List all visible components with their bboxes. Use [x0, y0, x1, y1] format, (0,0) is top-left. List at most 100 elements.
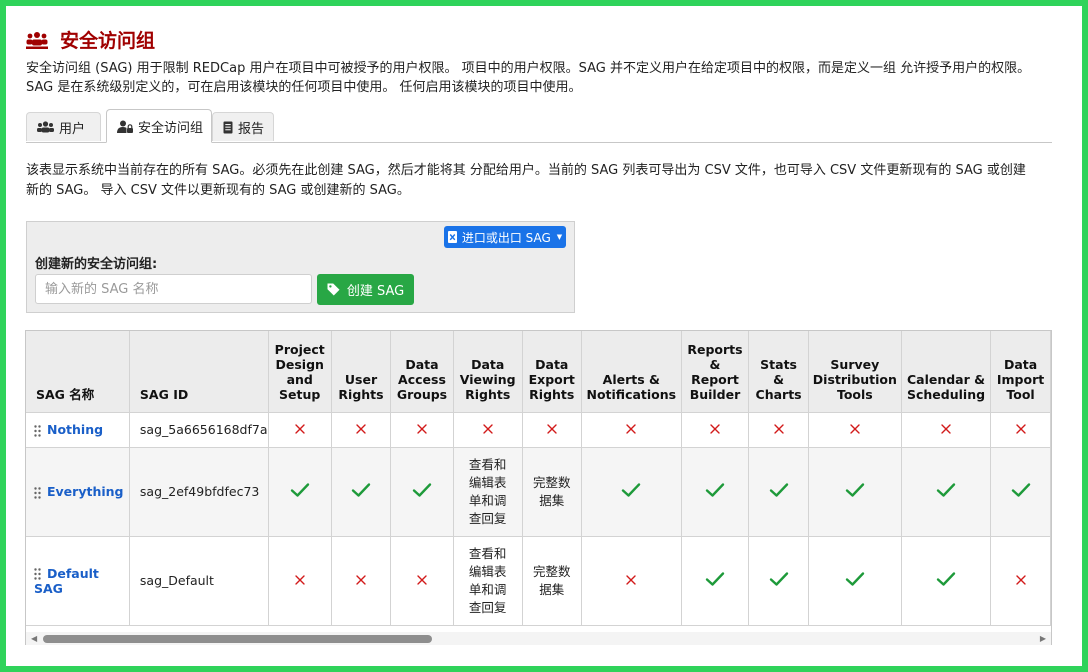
horizontal-scrollbar[interactable]: ◀ ▶	[26, 632, 1051, 645]
permission-text: 完整数据集	[532, 474, 571, 508]
create-sag-label-text: 创建 SAG	[346, 284, 405, 299]
page-header: 安全访问组	[26, 26, 155, 53]
tab-security-access-groups-label: 安全访问组	[138, 120, 204, 136]
cross-icon	[356, 575, 366, 585]
sag-table-container[interactable]: SAG 名称 SAG ID Project Design and Setup U…	[25, 330, 1052, 645]
permission-cell	[681, 447, 750, 537]
permission-cell	[390, 447, 454, 537]
tab-reports[interactable]: 报告	[212, 112, 274, 141]
permission-cell	[901, 536, 992, 626]
drag-handle-icon[interactable]	[34, 486, 41, 499]
column-header: Data Access Groups	[390, 331, 454, 413]
permission-cell	[901, 412, 992, 448]
permission-cell	[808, 536, 902, 626]
permission-cell	[748, 447, 809, 537]
tab-reports-label: 报告	[238, 121, 265, 137]
check-icon	[1011, 483, 1030, 497]
check-icon	[412, 483, 432, 497]
sag-id-cell: sag_Default	[129, 536, 269, 626]
check-icon	[705, 483, 725, 497]
cross-icon	[626, 424, 637, 434]
tab-security-access-groups[interactable]: 安全访问组	[106, 109, 212, 143]
permission-cell	[990, 412, 1051, 448]
column-header: Calendar & Scheduling	[901, 331, 992, 413]
check-icon	[351, 483, 371, 497]
column-header[interactable]: SAG ID	[129, 331, 269, 413]
cross-icon	[295, 575, 305, 585]
permission-cell	[331, 536, 392, 626]
permission-cell	[581, 536, 682, 626]
check-icon	[936, 483, 956, 497]
scroll-right-arrow-icon[interactable]: ▶	[1040, 634, 1046, 643]
permission-cell	[581, 447, 682, 537]
table-row: Default SAG sag_Default 查看和编辑表单和调查回复 完整数据集	[26, 536, 1051, 626]
permission-cell	[390, 412, 454, 448]
column-header: Project Design and Setup	[268, 331, 332, 413]
user-lock-icon	[117, 120, 133, 133]
sag-name-link[interactable]: Default SAG	[34, 566, 99, 596]
column-header: Reports & Report Builder	[681, 331, 750, 413]
cross-icon	[1015, 424, 1026, 434]
table-description: 该表显示系统中当前存在的所有 SAG。必须先在此创建 SAG，然后才能将其 分配…	[26, 163, 1026, 198]
cross-icon	[482, 424, 493, 434]
permission-cell	[748, 412, 809, 448]
cross-icon	[417, 424, 427, 434]
check-icon	[290, 483, 309, 497]
page-title: 安全访问组	[60, 30, 156, 52]
cross-icon	[773, 424, 784, 434]
cross-icon	[417, 575, 427, 585]
table-row: Nothing sag_5a6656168df7a	[26, 412, 1051, 448]
permission-cell: 查看和编辑表单和调查回复	[453, 447, 523, 537]
check-icon	[769, 483, 788, 497]
create-sag-label: 创建新的安全访问组:	[35, 257, 158, 272]
tab-users[interactable]: 用户	[26, 112, 101, 141]
cross-icon	[626, 575, 637, 585]
scroll-left-arrow-icon[interactable]: ◀	[31, 634, 37, 643]
sag-name-link[interactable]: Nothing	[47, 422, 103, 437]
drag-handle-icon[interactable]	[34, 424, 41, 437]
column-header: User Rights	[331, 331, 392, 413]
permission-cell	[268, 412, 332, 448]
cross-icon	[1015, 575, 1026, 585]
permission-text: 查看和编辑表单和调查回复	[468, 545, 507, 615]
permission-cell	[522, 412, 583, 448]
tab-users-label: 用户	[59, 121, 86, 137]
column-header: Data Viewing Rights	[453, 331, 523, 413]
file-excel-icon	[447, 231, 457, 243]
permission-text: 完整数据集	[532, 563, 571, 597]
intro-text: 安全访问组 (SAG) 用于限制 REDCap 用户在项目中可被授予的用户权限。…	[26, 61, 1031, 95]
column-header[interactable]: SAG 名称	[26, 331, 130, 413]
permission-cell	[990, 447, 1051, 537]
sag-name-cell: Everything	[26, 447, 130, 537]
create-sag-button[interactable]: 创建 SAG	[317, 274, 414, 305]
permission-cell	[990, 536, 1051, 626]
sag-name-cell: Nothing	[26, 412, 130, 448]
check-icon	[936, 572, 956, 586]
cross-icon	[547, 424, 557, 434]
check-icon	[845, 572, 865, 586]
drag-handle-icon[interactable]	[34, 568, 41, 580]
permission-cell	[331, 412, 392, 448]
sag-id-cell: sag_2ef49bfdfec73	[129, 447, 269, 537]
permission-cell: 查看和编辑表单和调查回复	[453, 536, 523, 626]
table-row: Everything sag_2ef49bfdfec73 查看和编辑表单和调查回复完…	[26, 447, 1051, 537]
check-icon	[705, 572, 725, 586]
create-sag-panel: 进口或出口 SAG ▼ 创建新的安全访问组: 创建 SAG	[26, 221, 575, 313]
scrollbar-thumb[interactable]	[43, 635, 432, 643]
sag-table: SAG 名称 SAG ID Project Design and Setup U…	[26, 331, 1051, 626]
import-export-sag-button[interactable]: 进口或出口 SAG ▼	[444, 226, 566, 248]
sag-name-link[interactable]: Everything	[47, 484, 123, 499]
import-export-sag-label: 进口或出口 SAG	[461, 230, 551, 245]
permission-cell	[581, 412, 682, 448]
cross-icon	[710, 424, 720, 434]
new-sag-name-input[interactable]	[35, 274, 312, 304]
sag-name-cell: Default SAG	[26, 536, 130, 626]
column-header: Survey Distribution Tools	[808, 331, 902, 413]
table-header-row: SAG 名称 SAG ID Project Design and Setup U…	[26, 331, 1051, 413]
cross-icon	[356, 424, 366, 434]
cross-icon	[295, 424, 305, 434]
permission-cell	[268, 536, 332, 626]
permission-cell	[808, 412, 902, 448]
permission-cell	[331, 447, 392, 537]
column-header: Alerts & Notifications	[581, 331, 682, 413]
